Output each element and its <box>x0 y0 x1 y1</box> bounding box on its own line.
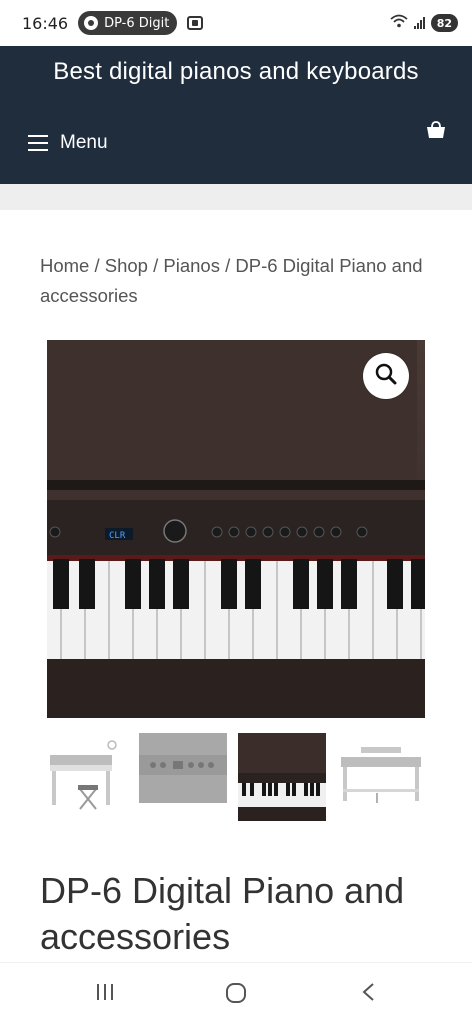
back-icon[interactable] <box>358 981 380 1008</box>
battery-indicator: 82 <box>430 14 458 32</box>
site-title[interactable]: Best digital pianos and keyboards <box>0 58 472 86</box>
thumbnail-3[interactable] <box>238 733 326 821</box>
thumbnail-1[interactable] <box>40 733 128 821</box>
wifi-icon <box>390 14 408 32</box>
signal-icon <box>413 17 425 29</box>
product-title: DP-6 Digital Piano and accessories <box>40 870 405 957</box>
product-main-image[interactable]: CLR <box>47 340 425 718</box>
status-bar: 16:46 DP-6 Digit 82 <box>0 0 472 46</box>
menu-button[interactable]: Menu <box>28 132 108 154</box>
screen-record-icon <box>187 16 204 30</box>
zoom-button[interactable] <box>363 353 409 399</box>
recent-apps-icon[interactable] <box>94 981 116 1008</box>
breadcrumb[interactable]: Home / Shop / Pianos / DP-6 Digital Pian… <box>40 251 440 311</box>
thumbnail-2[interactable] <box>139 733 227 821</box>
piano-display-text: CLR <box>109 531 126 541</box>
piano-image: CLR <box>47 340 425 718</box>
chrome-icon <box>84 16 99 30</box>
hamburger-icon <box>28 135 48 151</box>
thumbnail-4[interactable] <box>337 733 425 821</box>
status-time: 16:46 <box>22 13 69 33</box>
search-icon <box>375 363 397 390</box>
home-icon[interactable] <box>224 981 248 1010</box>
shopping-bag-icon[interactable] <box>426 120 446 140</box>
menu-label: Menu <box>60 132 108 153</box>
browser-tab-pill[interactable]: DP-6 Digit <box>78 11 178 35</box>
site-header: Best digital pianos and keyboards Menu <box>0 46 472 184</box>
thumbnail-gallery <box>40 733 432 823</box>
system-nav-bar <box>0 962 472 1024</box>
tab-title: DP-6 Digit <box>104 15 170 31</box>
header-separator <box>0 184 472 210</box>
